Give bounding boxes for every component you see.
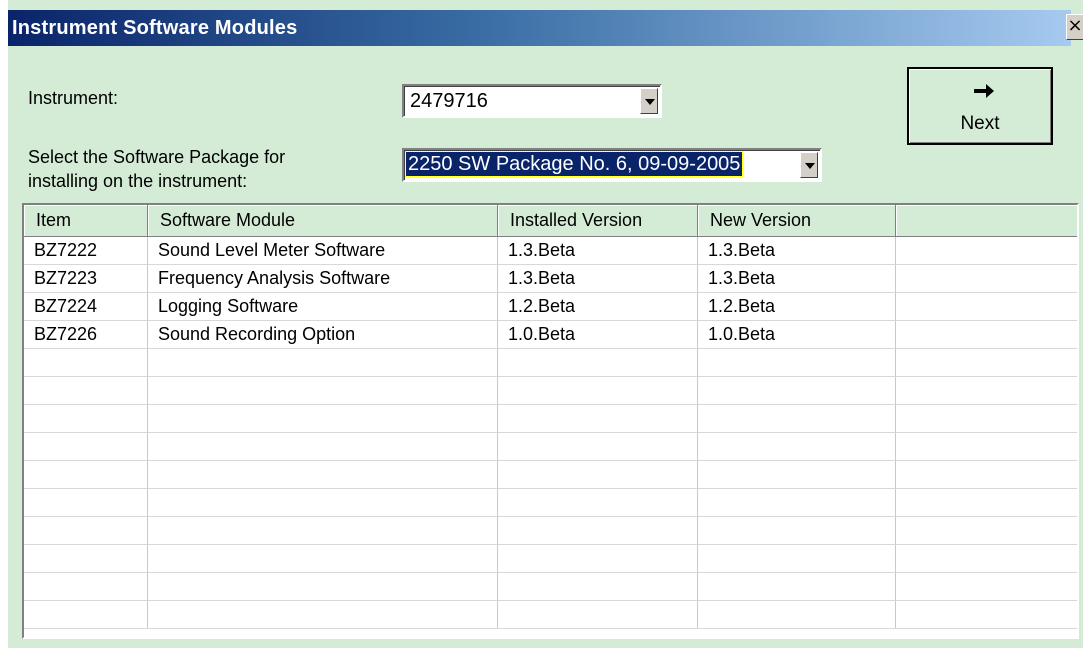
cell-empty xyxy=(896,545,1077,573)
cell-empty xyxy=(896,573,1077,601)
cell-installed-version: 1.0.Beta xyxy=(498,321,698,349)
cell-item xyxy=(24,601,148,629)
cell-empty xyxy=(896,293,1077,321)
cell-item xyxy=(24,573,148,601)
cell-software-module xyxy=(148,601,498,629)
cell-new-version xyxy=(698,461,896,489)
cell-installed-version xyxy=(498,601,698,629)
cell-empty xyxy=(896,377,1077,405)
cell-empty xyxy=(896,517,1077,545)
cell-new-version: 1.2.Beta xyxy=(698,293,896,321)
package-dropdown-value: 2250 SW Package No. 6, 09-09-2005 xyxy=(404,151,744,177)
cell-software-module xyxy=(148,405,498,433)
cell-installed-version: 1.3.Beta xyxy=(498,237,698,265)
cell-empty xyxy=(896,265,1077,293)
cell-software-module: Logging Software xyxy=(148,293,498,321)
cell-item: BZ7222 xyxy=(24,237,148,265)
cell-new-version xyxy=(698,349,896,377)
cell-item: BZ7224 xyxy=(24,293,148,321)
right-arrow-icon xyxy=(974,84,994,98)
dialog-window: Instrument Software Modules × Instrument… xyxy=(6,0,1083,648)
cell-software-module xyxy=(148,517,498,545)
cell-new-version xyxy=(698,545,896,573)
cell-empty xyxy=(896,489,1077,517)
cell-empty xyxy=(896,601,1077,629)
column-header-empty[interactable] xyxy=(896,205,1077,237)
cell-new-version xyxy=(698,573,896,601)
cell-item xyxy=(24,377,148,405)
cell-empty xyxy=(896,349,1077,377)
cell-software-module xyxy=(148,545,498,573)
dialog-title: Instrument Software Modules xyxy=(12,17,298,39)
dropdown-arrow-icon[interactable] xyxy=(800,152,818,178)
cell-software-module xyxy=(148,377,498,405)
cell-installed-version xyxy=(498,545,698,573)
cell-item: BZ7223 xyxy=(24,265,148,293)
cell-empty xyxy=(896,433,1077,461)
cell-empty xyxy=(896,461,1077,489)
cell-item xyxy=(24,461,148,489)
cell-item: BZ7226 xyxy=(24,321,148,349)
cell-item xyxy=(24,517,148,545)
cell-installed-version xyxy=(498,349,698,377)
cell-software-module xyxy=(148,573,498,601)
cell-new-version xyxy=(698,489,896,517)
cell-empty xyxy=(896,405,1077,433)
cell-item xyxy=(24,349,148,377)
dropdown-arrow-icon[interactable] xyxy=(640,88,658,114)
cell-installed-version xyxy=(498,489,698,517)
package-label-line1: Select the Software Package for xyxy=(28,147,286,167)
close-button[interactable]: × xyxy=(1066,14,1083,40)
instrument-label: Instrument: xyxy=(28,88,119,108)
cell-new-version xyxy=(698,405,896,433)
cell-item xyxy=(24,545,148,573)
instrument-dropdown-value: 2479716 xyxy=(410,90,488,112)
package-dropdown[interactable]: 2250 SW Package No. 6, 09-09-2005 xyxy=(402,148,822,182)
column-header-installed-version[interactable]: Installed Version xyxy=(498,205,698,237)
cell-installed-version: 1.2.Beta xyxy=(498,293,698,321)
cell-software-module xyxy=(148,489,498,517)
next-button-label: Next xyxy=(960,113,1000,134)
cell-new-version xyxy=(698,601,896,629)
cell-installed-version xyxy=(498,377,698,405)
cell-new-version xyxy=(698,433,896,461)
cell-software-module xyxy=(148,461,498,489)
next-button[interactable]: Next xyxy=(907,67,1053,145)
cell-empty xyxy=(896,237,1077,265)
title-bar[interactable]: Instrument Software Modules xyxy=(8,10,1071,46)
column-header-software-module[interactable]: Software Module xyxy=(148,205,498,237)
cell-new-version: 1.3.Beta xyxy=(698,237,896,265)
cell-software-module: Frequency Analysis Software xyxy=(148,265,498,293)
cell-new-version: 1.3.Beta xyxy=(698,265,896,293)
cell-installed-version: 1.3.Beta xyxy=(498,265,698,293)
cell-installed-version xyxy=(498,517,698,545)
cell-item xyxy=(24,405,148,433)
cell-installed-version xyxy=(498,433,698,461)
cell-item xyxy=(24,433,148,461)
cell-empty xyxy=(896,321,1077,349)
instrument-dropdown[interactable]: 2479716 xyxy=(402,84,662,118)
cell-software-module xyxy=(148,433,498,461)
close-icon: × xyxy=(1067,15,1083,36)
column-header-new-version[interactable]: New Version xyxy=(698,205,896,237)
cell-installed-version xyxy=(498,405,698,433)
cell-software-module: Sound Recording Option xyxy=(148,321,498,349)
cell-software-module xyxy=(148,349,498,377)
cell-new-version: 1.0.Beta xyxy=(698,321,896,349)
cell-new-version xyxy=(698,377,896,405)
cell-item xyxy=(24,489,148,517)
modules-table[interactable]: Item Software Module Installed Version N… xyxy=(22,203,1079,639)
cell-installed-version xyxy=(498,573,698,601)
column-header-item[interactable]: Item xyxy=(24,205,148,237)
cell-new-version xyxy=(698,517,896,545)
cell-installed-version xyxy=(498,461,698,489)
cell-software-module: Sound Level Meter Software xyxy=(148,237,498,265)
package-label-line2: installing on the instrument: xyxy=(28,171,248,191)
